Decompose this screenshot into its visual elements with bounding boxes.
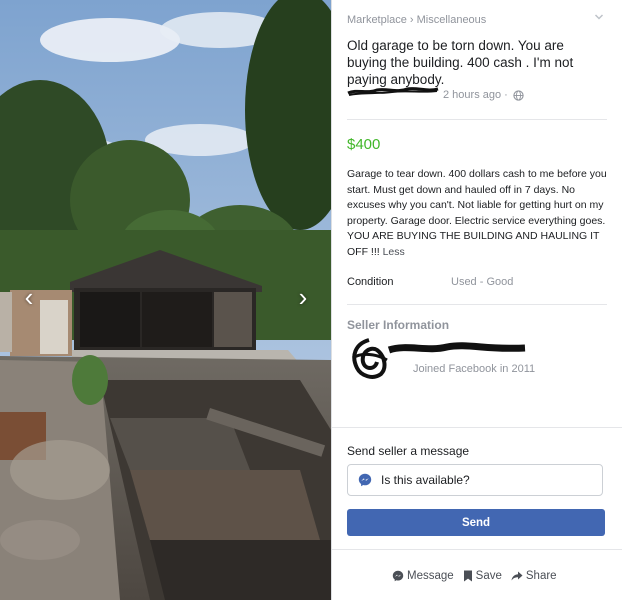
listing-photo: ‹ › bbox=[0, 0, 331, 600]
redaction-scribble bbox=[347, 87, 439, 96]
listing-details-panel: Marketplace › Miscellaneous Old garage to … bbox=[331, 0, 622, 600]
seller-name-redaction bbox=[387, 342, 526, 354]
less-link[interactable]: Less bbox=[383, 246, 405, 258]
section-divider bbox=[332, 427, 622, 428]
breadcrumb-category-link[interactable]: Miscellaneous bbox=[417, 14, 487, 26]
globe-icon bbox=[513, 90, 524, 101]
breadcrumb-marketplace-link[interactable]: Marketplace bbox=[347, 14, 407, 26]
garage-photo-image bbox=[0, 0, 331, 600]
seller-avatar[interactable] bbox=[347, 338, 391, 382]
message-input-box[interactable] bbox=[347, 464, 603, 496]
listing-meta: 2 hours ago · bbox=[347, 87, 607, 103]
share-action-label: Share bbox=[525, 570, 557, 582]
message-input[interactable] bbox=[381, 473, 591, 487]
message-action[interactable]: Message bbox=[392, 570, 454, 582]
save-action[interactable]: Save bbox=[463, 570, 502, 582]
next-photo-button[interactable]: › bbox=[292, 282, 314, 312]
breadcrumb: Marketplace › Miscellaneous bbox=[347, 14, 486, 26]
messenger-icon bbox=[392, 570, 404, 582]
condition-value: Used - Good bbox=[451, 276, 514, 288]
section-divider bbox=[347, 119, 607, 120]
message-action-label: Message bbox=[407, 570, 454, 582]
seller-joined-date: Joined Facebook in 2011 bbox=[413, 363, 536, 375]
seller-info-heading: Seller Information bbox=[347, 318, 450, 332]
listing-description: Garage to tear down. 400 dollars cash to… bbox=[347, 167, 607, 260]
share-action[interactable]: Share bbox=[511, 570, 557, 582]
listing-price: $400 bbox=[347, 136, 381, 153]
condition-label: Condition bbox=[347, 276, 394, 288]
messenger-icon bbox=[358, 473, 372, 487]
section-divider bbox=[332, 549, 622, 550]
previous-photo-button[interactable]: ‹ bbox=[18, 282, 40, 312]
section-divider bbox=[347, 304, 607, 305]
posted-time: 2 hours ago · bbox=[443, 89, 508, 101]
send-button[interactable]: Send bbox=[347, 509, 605, 536]
save-action-label: Save bbox=[475, 570, 502, 582]
chevron-down-icon[interactable] bbox=[594, 12, 604, 22]
description-text: Garage to tear down. 400 dollars cash to… bbox=[347, 168, 607, 258]
send-message-heading: Send seller a message bbox=[347, 444, 470, 458]
share-arrow-icon bbox=[511, 571, 523, 581]
breadcrumb-separator: › bbox=[409, 14, 414, 26]
listing-title: Old garage to be torn down. You are buyi… bbox=[347, 38, 574, 87]
listing-modal: ‹ › Marketplace › Miscellaneous Old garage… bbox=[0, 0, 622, 600]
bookmark-icon bbox=[463, 570, 472, 582]
action-bar: Message Save Share bbox=[392, 568, 566, 584]
